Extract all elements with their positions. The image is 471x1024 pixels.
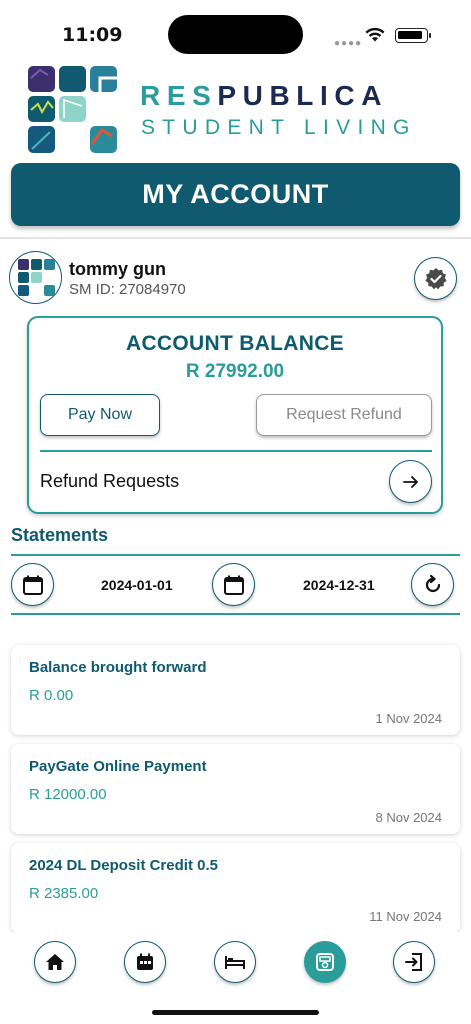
calendar-icon — [137, 953, 153, 970]
transaction-amount: R 2385.00 — [29, 885, 99, 902]
request-refund-button[interactable]: Request Refund — [256, 394, 432, 436]
status-bar: 11:09 ●●●● — [0, 0, 471, 66]
divider — [0, 237, 471, 239]
bed-icon — [225, 956, 245, 969]
home-indicator — [152, 1010, 319, 1015]
home-icon — [46, 954, 64, 970]
start-date-picker-button[interactable] — [11, 563, 54, 606]
status-time: 11:09 — [62, 24, 123, 46]
refresh-icon — [425, 574, 440, 592]
transaction-title: 2024 DL Deposit Credit 0.5 — [29, 857, 218, 874]
account-balance-card: ACCOUNT BALANCE R 27992.00 Pay Now Reque… — [27, 316, 443, 514]
nav-account-button[interactable] — [304, 941, 346, 983]
page-title: MY ACCOUNT — [142, 179, 329, 209]
calendar-icon — [22, 575, 43, 595]
brand-subtitle: STUDENT LIVING — [141, 116, 417, 139]
student-id: SM ID: 27084970 — [69, 281, 186, 298]
verified-badge-button[interactable] — [414, 257, 457, 300]
brand-name-part2: PUBLICA — [217, 80, 389, 111]
transaction-amount: R 12000.00 — [29, 786, 107, 803]
calendar-icon — [223, 575, 244, 595]
statements-title: Statements — [11, 525, 109, 545]
bottom-navigation — [0, 932, 471, 1024]
logout-icon — [405, 953, 422, 971]
transaction-date: 8 Nov 2024 — [375, 810, 443, 825]
page-title-banner: MY ACCOUNT — [11, 163, 460, 226]
nav-calendar-button[interactable] — [124, 941, 166, 983]
nav-logout-button[interactable] — [393, 941, 435, 983]
arrow-right-icon — [402, 475, 418, 488]
transaction-amount: R 0.00 — [29, 687, 74, 704]
avatar — [9, 251, 62, 304]
nav-home-button[interactable] — [34, 941, 76, 983]
brand-name-part1: RES — [140, 80, 218, 111]
refund-requests-button[interactable] — [389, 460, 432, 503]
card-divider — [40, 450, 432, 452]
transaction-date: 1 Nov 2024 — [375, 711, 443, 726]
refund-requests-label[interactable]: Refund Requests — [40, 471, 179, 492]
transaction-date: 11 Nov 2024 — [369, 909, 442, 924]
end-date[interactable]: 2024-12-31 — [303, 577, 375, 593]
cellular-signal-icon: ●●●● — [334, 38, 363, 49]
user-name: tommy gun — [69, 259, 166, 279]
cash-register-icon — [316, 953, 334, 971]
dynamic-island — [168, 15, 303, 54]
transaction-card[interactable]: PayGate Online Payment R 12000.00 8 Nov … — [11, 744, 460, 834]
transaction-title: PayGate Online Payment — [29, 758, 207, 775]
balance-amount: R 27992.00 — [185, 361, 285, 382]
respublica-logo — [28, 66, 117, 153]
pay-now-button[interactable]: Pay Now — [40, 394, 160, 436]
statements-divider-bottom — [11, 613, 460, 615]
battery-icon — [395, 28, 431, 43]
transaction-title: Balance brought forward — [29, 659, 207, 676]
transaction-card[interactable]: Balance brought forward R 0.00 1 Nov 202… — [11, 645, 460, 735]
avatar-logo-icon — [18, 259, 55, 296]
verified-badge-icon — [424, 267, 447, 289]
transaction-card[interactable]: 2024 DL Deposit Credit 0.5 R 2385.00 11 … — [11, 843, 460, 933]
nav-room-button[interactable] — [214, 941, 256, 983]
balance-title: ACCOUNT BALANCE — [126, 332, 344, 355]
wifi-icon — [365, 27, 385, 42]
brand-name: RESPUBLICA — [140, 80, 388, 112]
refresh-button[interactable] — [411, 563, 454, 606]
end-date-picker-button[interactable] — [212, 563, 255, 606]
statements-divider-top — [11, 554, 460, 556]
start-date[interactable]: 2024-01-01 — [101, 577, 173, 593]
